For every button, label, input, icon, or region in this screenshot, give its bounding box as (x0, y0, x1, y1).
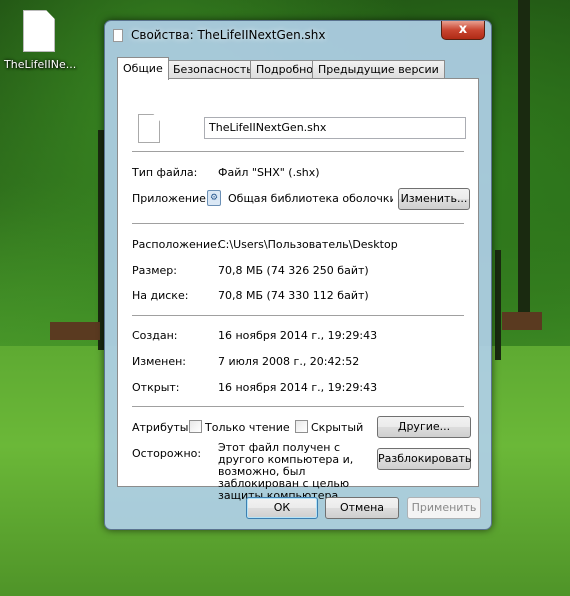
location-label: Расположение: (132, 238, 221, 251)
cancel-button[interactable]: Отмена (325, 497, 399, 519)
caution-text: Этот файл получен с другого компьютера и… (218, 441, 354, 502)
file-icon (138, 114, 160, 143)
divider (132, 315, 464, 316)
caution-label: Осторожно: (132, 447, 202, 460)
properties-dialog: Свойства: TheLifeIINextGen.shx x Общие Б… (104, 20, 492, 530)
ok-button[interactable]: ОК (246, 497, 318, 519)
divider (132, 151, 464, 152)
readonly-label[interactable]: Только чтение (205, 421, 290, 434)
wallpaper-bench (502, 312, 542, 330)
wallpaper-bench (50, 322, 100, 340)
advanced-attributes-button[interactable]: Другие... (377, 416, 471, 438)
window-title: Свойства: TheLifeIINextGen.shx (131, 28, 326, 42)
file-type-value: Файл "SHX" (.shx) (218, 166, 320, 179)
divider (132, 223, 464, 224)
filename-field[interactable]: TheLifeIINextGen.shx (204, 117, 466, 139)
hidden-checkbox[interactable] (295, 420, 308, 433)
close-button[interactable]: x (441, 21, 485, 40)
hidden-label[interactable]: Скрытый (311, 421, 363, 434)
wallpaper-tree-trunk (518, 0, 530, 330)
desktop-file-label: TheLifeIINe... (4, 58, 77, 71)
unblock-button[interactable]: Разблокировать (377, 448, 471, 470)
created-value: 16 ноября 2014 г., 19:29:43 (218, 329, 378, 342)
tab-details[interactable]: Подробно (250, 60, 320, 79)
ondisk-label: На диске: (132, 289, 189, 302)
general-panel: TheLifeIINextGen.shx Тип файла: Файл "SH… (117, 78, 479, 502)
modified-value: 7 июля 2008 г., 20:42:52 (218, 355, 360, 368)
tab-previous-versions[interactable]: Предыдущие версии (312, 60, 445, 79)
wallpaper-tree-trunk (495, 250, 501, 360)
ondisk-value: 70,8 МБ (74 330 112 байт) (218, 289, 369, 302)
document-icon (23, 10, 55, 52)
readonly-checkbox[interactable] (189, 420, 202, 433)
file-type-label: Тип файла: (132, 166, 198, 179)
desktop-file-icon[interactable]: TheLifeIINe... (4, 10, 77, 71)
document-icon (113, 29, 123, 42)
tab-general[interactable]: Общие (117, 57, 169, 80)
tab-security[interactable]: Безопасность (167, 60, 259, 79)
apply-button[interactable]: Применить (407, 497, 481, 519)
divider (132, 406, 464, 407)
shell-library-icon: ⚙ (207, 190, 221, 206)
location-value: C:\Users\Пользователь\Desktop (218, 238, 398, 251)
accessed-label: Открыт: (132, 381, 180, 394)
accessed-value: 16 ноября 2014 г., 19:29:43 (218, 381, 378, 394)
app-label: Приложение: (132, 192, 210, 205)
app-value: Общая библиотека оболочки Wi (228, 192, 393, 205)
change-button[interactable]: Изменить... (398, 188, 470, 210)
modified-label: Изменен: (132, 355, 187, 368)
title-bar[interactable]: Свойства: TheLifeIINextGen.shx x (105, 21, 491, 49)
size-value: 70,8 МБ (74 326 250 байт) (218, 264, 369, 277)
attributes-label: Атрибуты: (132, 421, 193, 434)
created-label: Создан: (132, 329, 178, 342)
size-label: Размер: (132, 264, 177, 277)
